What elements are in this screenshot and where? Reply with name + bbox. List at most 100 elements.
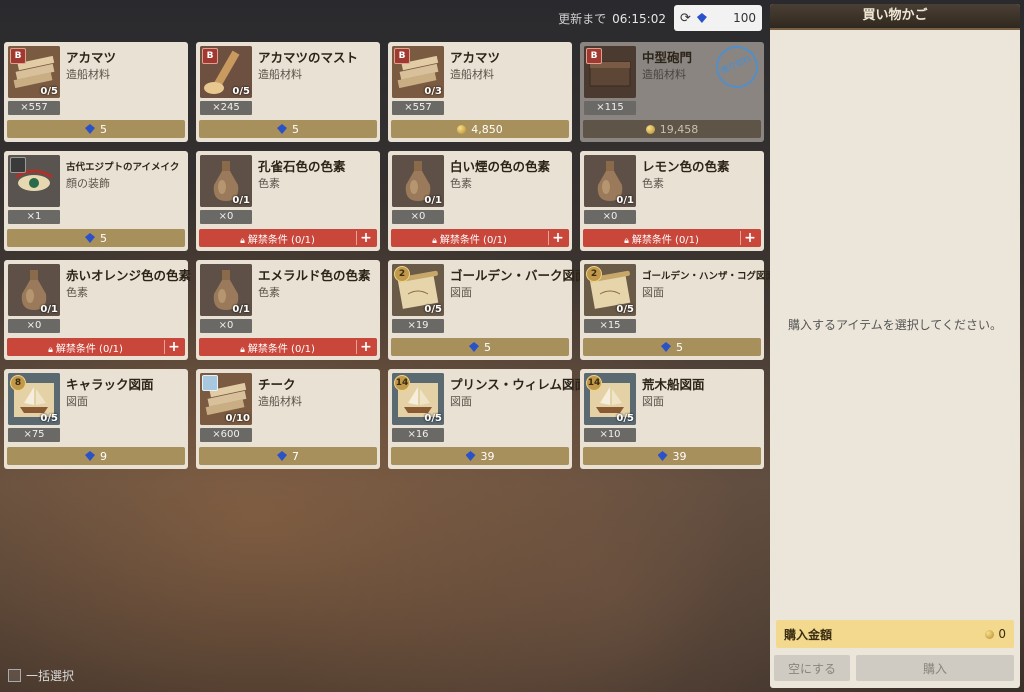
- item-thumbnail: B 0/5: [200, 46, 252, 98]
- item-level-badge: [10, 157, 26, 173]
- purchase-limit: 0/1: [232, 304, 250, 315]
- price-button[interactable]: 5: [583, 338, 761, 356]
- price-button[interactable]: 9: [7, 447, 185, 465]
- unlock-condition-button[interactable]: 🔒︎ 解禁条件 (0/1) +: [583, 229, 761, 247]
- bulk-select-checkbox[interactable]: [8, 669, 21, 682]
- owned-count: ×1: [8, 210, 60, 224]
- cart-empty-message: 購入するアイテムを選択してください。: [787, 318, 1003, 332]
- shop-item-card[interactable]: B ×115 中型砲門 造船材料 売り切れ 19,458: [580, 39, 765, 142]
- item-category: 造船材料: [258, 395, 302, 408]
- item-thumbnail: B 0/5: [8, 46, 60, 98]
- shop-item-card[interactable]: 0/1 ×0 孔雀石色の色素 色素 🔒︎ 解禁条件 (0/1) +: [196, 151, 380, 251]
- plus-icon[interactable]: +: [740, 230, 759, 246]
- unlock-condition-label: 解禁条件 (0/1): [247, 234, 315, 246]
- price-value: 5: [676, 340, 683, 354]
- unlock-condition-button[interactable]: 🔒︎ 解禁条件 (0/1) +: [7, 338, 185, 356]
- gem-count: 100: [733, 11, 756, 25]
- shop-item-card[interactable]: 2 0/5 ×15 ゴールデン・ハンザ・コグ図面 図面 5: [580, 260, 775, 360]
- item-level-badge: [202, 375, 218, 391]
- item-category: 造船材料: [450, 68, 494, 81]
- item-level-badge: 2: [394, 266, 410, 282]
- price-value: 9: [100, 449, 107, 463]
- shop-item-card[interactable]: 14 0/5 ×16 プリンス・ウィレム図面 図面 39: [388, 369, 587, 469]
- plus-icon[interactable]: +: [548, 230, 567, 246]
- unlock-condition-label: 解禁条件 (0/1): [55, 343, 123, 355]
- plus-icon[interactable]: +: [356, 339, 375, 355]
- shop-item-card[interactable]: 0/1 ×0 赤いオレンジ色の色素 色素 🔒︎ 解禁条件 (0/1) +: [4, 260, 192, 360]
- price-value: 5: [292, 122, 299, 136]
- price-button[interactable]: 5: [199, 120, 377, 138]
- lock-icon: 🔒︎: [240, 235, 245, 246]
- unlock-condition-button[interactable]: 🔒︎ 解禁条件 (0/1) +: [199, 338, 377, 356]
- item-level-badge: 14: [394, 375, 410, 391]
- unlock-condition-button[interactable]: 🔒︎ 解禁条件 (0/1) +: [199, 229, 377, 247]
- shop-item-card[interactable]: 14 0/5 ×10 荒木船図面 図面 39: [580, 369, 764, 469]
- shop-item-card[interactable]: 0/10 ×600 チーク 造船材料 7: [196, 369, 380, 469]
- lock-icon: 🔒︎: [432, 235, 437, 246]
- item-name: 古代エジプトのアイメイク: [66, 162, 180, 173]
- purchase-button[interactable]: 購入: [856, 655, 1014, 681]
- item-thumbnail: [8, 155, 60, 207]
- item-category: 図面: [642, 395, 664, 408]
- item-level-badge: 2: [586, 266, 602, 282]
- purchase-limit: 0/1: [40, 304, 58, 315]
- price-button[interactable]: 5: [7, 229, 185, 247]
- item-thumbnail: 0/1: [8, 264, 60, 316]
- item-level-badge: B: [394, 48, 410, 64]
- price-value: 7: [292, 449, 299, 463]
- item-grid: B 0/5 ×557 アカマツ 造船材料 5 B 0/5 ×245 アカマツのマスト 造船材料 5 B 0…: [4, 39, 775, 469]
- refresh-icon[interactable]: ⟳: [680, 11, 691, 26]
- shop-item-card[interactable]: 8 0/5 ×75 キャラック図面 図面 9: [4, 369, 188, 469]
- shop-item-card[interactable]: 0/1 ×0 白い煙の色の色素 色素 🔒︎ 解禁条件 (0/1) +: [388, 151, 572, 251]
- purchase-limit: 0/10: [225, 413, 250, 424]
- purchase-limit: 0/1: [616, 195, 634, 206]
- shop-item-card[interactable]: 2 0/5 ×19 ゴールデン・バーク図面 図面 5: [388, 260, 588, 360]
- gem-icon: [277, 124, 287, 134]
- owned-count: ×557: [392, 101, 444, 115]
- bulk-select[interactable]: 一括選択: [8, 667, 74, 684]
- gem-icon: [469, 342, 479, 352]
- price-button[interactable]: 19,458: [583, 120, 761, 138]
- item-name: 孔雀石色の色素: [258, 159, 346, 174]
- item-name: アカマツのマスト: [258, 50, 359, 65]
- price-button[interactable]: 5: [7, 120, 185, 138]
- item-level-badge: B: [202, 48, 218, 64]
- item-thumbnail: 0/1: [200, 155, 252, 207]
- purchase-limit: 0/5: [232, 86, 250, 97]
- price-button[interactable]: 4,850: [391, 120, 569, 138]
- item-thumbnail: 0/1: [200, 264, 252, 316]
- owned-count: ×0: [8, 319, 60, 333]
- clear-cart-button[interactable]: 空にする: [774, 655, 850, 681]
- item-thumbnail: 0/10: [200, 373, 252, 425]
- price-button[interactable]: 5: [391, 338, 569, 356]
- price-button[interactable]: 7: [199, 447, 377, 465]
- coin-icon: [645, 124, 655, 134]
- total-price-bar: 購入金額 0: [776, 620, 1014, 648]
- item-thumbnail: 8 0/5: [8, 373, 60, 425]
- item-name: キャラック図面: [66, 377, 154, 392]
- item-category: 図面: [66, 395, 88, 408]
- unlock-condition-button[interactable]: 🔒︎ 解禁条件 (0/1) +: [391, 229, 569, 247]
- shop-item-card[interactable]: B 0/3 ×557 アカマツ 造船材料 4,850: [388, 42, 572, 142]
- price-value: 39: [480, 449, 495, 463]
- lock-icon: 🔒︎: [240, 344, 245, 355]
- price-button[interactable]: 39: [391, 447, 569, 465]
- item-category: 造船材料: [258, 68, 302, 81]
- shop-item-card[interactable]: 0/1 ×0 エメラルド色の色素 色素 🔒︎ 解禁条件 (0/1) +: [196, 260, 380, 360]
- owned-count: ×557: [8, 101, 60, 115]
- unlock-condition-label: 解禁条件 (0/1): [631, 234, 699, 246]
- item-thumbnail: B 0/3: [392, 46, 444, 98]
- plus-icon[interactable]: +: [164, 339, 183, 355]
- price-button[interactable]: 39: [583, 447, 761, 465]
- owned-count: ×75: [8, 428, 60, 442]
- lock-icon: 🔒︎: [48, 344, 53, 355]
- gem-icon: [661, 342, 671, 352]
- item-thumbnail: 2 0/5: [584, 264, 636, 316]
- item-level-badge: 8: [10, 375, 26, 391]
- shop-item-card[interactable]: B 0/5 ×557 アカマツ 造船材料 5: [4, 42, 188, 142]
- shop-item-card[interactable]: B 0/5 ×245 アカマツのマスト 造船材料 5: [196, 42, 380, 142]
- plus-icon[interactable]: +: [356, 230, 375, 246]
- item-name: 赤いオレンジ色の色素: [66, 268, 192, 283]
- shop-item-card[interactable]: 0/1 ×0 レモン色の色素 色素 🔒︎ 解禁条件 (0/1) +: [580, 151, 764, 251]
- shop-item-card[interactable]: ×1 古代エジプトのアイメイク 顔の装飾 5: [4, 151, 188, 251]
